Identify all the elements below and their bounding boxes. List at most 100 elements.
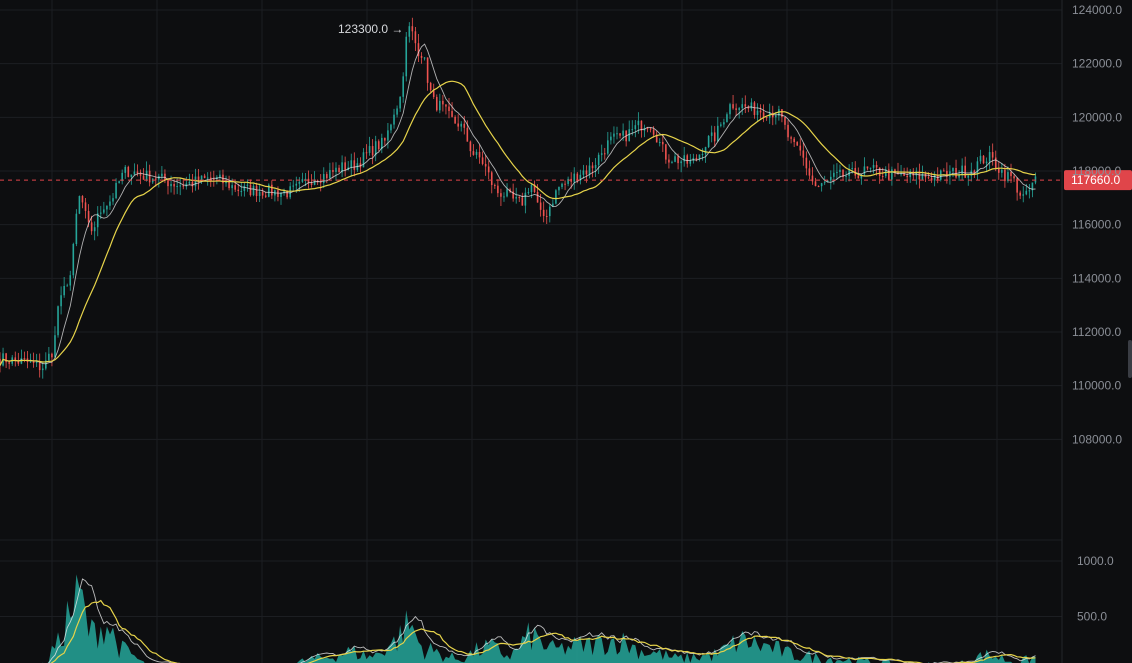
candle-body-231 (704, 147, 707, 155)
candle-body-325 (991, 152, 994, 158)
candle-body-268 (817, 186, 820, 188)
candle-body-335 (1022, 194, 1025, 196)
candle-body-131 (399, 96, 401, 109)
candle-body-97 (295, 183, 298, 186)
candle-body-207 (631, 129, 634, 131)
candle-body-60 (182, 185, 185, 187)
candle-body-251 (765, 117, 768, 119)
scroll-handle (1128, 340, 1132, 378)
candle-body-155 (472, 151, 475, 155)
candle-body-232 (707, 135, 710, 148)
candle-body-293 (894, 169, 896, 172)
candle-body-51 (154, 178, 157, 180)
candle-body-70 (213, 178, 215, 180)
candle-body-279 (851, 167, 853, 169)
price-volume-chart[interactable]: 117660.0124000.0122000.0120000.0118000.0… (0, 0, 1132, 663)
candle-body-299 (912, 171, 915, 176)
candle-body-26 (78, 196, 81, 214)
candle-body-139 (423, 57, 426, 59)
candle-body-103 (313, 180, 316, 185)
candle-body-41 (124, 166, 127, 173)
candle-body-153 (466, 127, 469, 142)
candle-body-188 (573, 173, 576, 182)
candle-body-132 (402, 76, 404, 97)
candle-body-24 (72, 244, 75, 276)
candle-body-216 (658, 141, 661, 143)
candle-body-64 (194, 176, 197, 187)
candle-body-260 (793, 138, 795, 143)
candle-body-44 (133, 171, 136, 175)
candle-body-127 (387, 130, 389, 141)
candle-body-116 (353, 160, 356, 170)
candle-body-120 (365, 152, 368, 154)
candle-body-183 (558, 186, 560, 191)
candle-body-323 (985, 161, 988, 164)
candle-body-16 (48, 353, 50, 361)
candle-body-236 (720, 124, 722, 126)
candle-body-198 (603, 153, 606, 155)
price-tick-label-7: 110000.0 (1072, 379, 1121, 393)
candle-body-315 (961, 165, 963, 175)
candle-body-182 (555, 190, 557, 204)
candle-body-304 (927, 177, 930, 179)
candle-body-285 (869, 167, 872, 169)
candle-body-108 (329, 170, 331, 179)
candle-body-193 (588, 165, 591, 175)
candle-body-48 (145, 170, 148, 180)
candle-body-56 (170, 183, 172, 187)
candle-body-204 (622, 130, 624, 136)
candle-body-201 (613, 133, 615, 137)
candle-body-223 (680, 161, 682, 164)
candle-body-289 (881, 175, 884, 177)
candle-body-53 (161, 173, 163, 177)
candle-body-29 (87, 210, 90, 223)
candle-body-166 (506, 189, 508, 197)
candle-body-273 (833, 172, 835, 177)
candle-body-18 (54, 335, 56, 358)
candle-body-148 (451, 111, 453, 117)
candle-body-35 (106, 205, 108, 210)
candle-body-332 (1013, 176, 1015, 179)
candle-body-68 (206, 177, 209, 179)
candle-body-194 (591, 165, 594, 169)
candle-body-55 (167, 180, 169, 187)
candle-body-89 (271, 184, 273, 196)
candle-body-202 (616, 133, 618, 135)
candle-body-254 (775, 115, 777, 118)
candle-body-212 (646, 128, 649, 130)
candle-body-67 (203, 175, 206, 179)
candle-body-144 (439, 100, 441, 111)
candle-body-151 (460, 123, 463, 127)
candle-body-49 (148, 170, 151, 183)
candle-body-235 (716, 125, 719, 142)
candle-body-176 (536, 191, 539, 203)
candle-body-149 (454, 116, 456, 124)
candle-body-286 (872, 165, 875, 168)
candle-body-264 (805, 157, 808, 169)
candle-body-113 (344, 162, 346, 170)
candle-body-157 (478, 151, 481, 158)
candle-body-334 (1019, 192, 1021, 196)
candle-body-99 (301, 179, 304, 182)
candle-body-21 (63, 286, 65, 296)
candle-body-133 (405, 36, 408, 77)
candle-body-47 (142, 175, 145, 180)
price-tick-label-6: 112000.0 (1072, 325, 1121, 339)
price-tick-label-0: 124000.0 (1072, 3, 1122, 17)
candle-body-275 (839, 169, 841, 173)
candle-body-336 (1025, 190, 1028, 195)
candle-body-246 (750, 102, 753, 109)
candle-body-171 (521, 197, 524, 206)
candle-body-214 (652, 129, 655, 135)
candle-body-27 (81, 196, 84, 203)
candle-body-199 (607, 140, 609, 154)
candle-body-13 (38, 361, 41, 371)
candle-body-57 (173, 183, 175, 187)
candle-body-159 (484, 163, 487, 167)
candle-body-243 (741, 104, 744, 109)
candle-body-140 (426, 57, 429, 83)
candle-body-17 (51, 353, 53, 358)
candle-body-130 (396, 108, 398, 115)
candle-body-152 (463, 123, 466, 128)
high-annotation: 123300.0 → (338, 22, 403, 36)
